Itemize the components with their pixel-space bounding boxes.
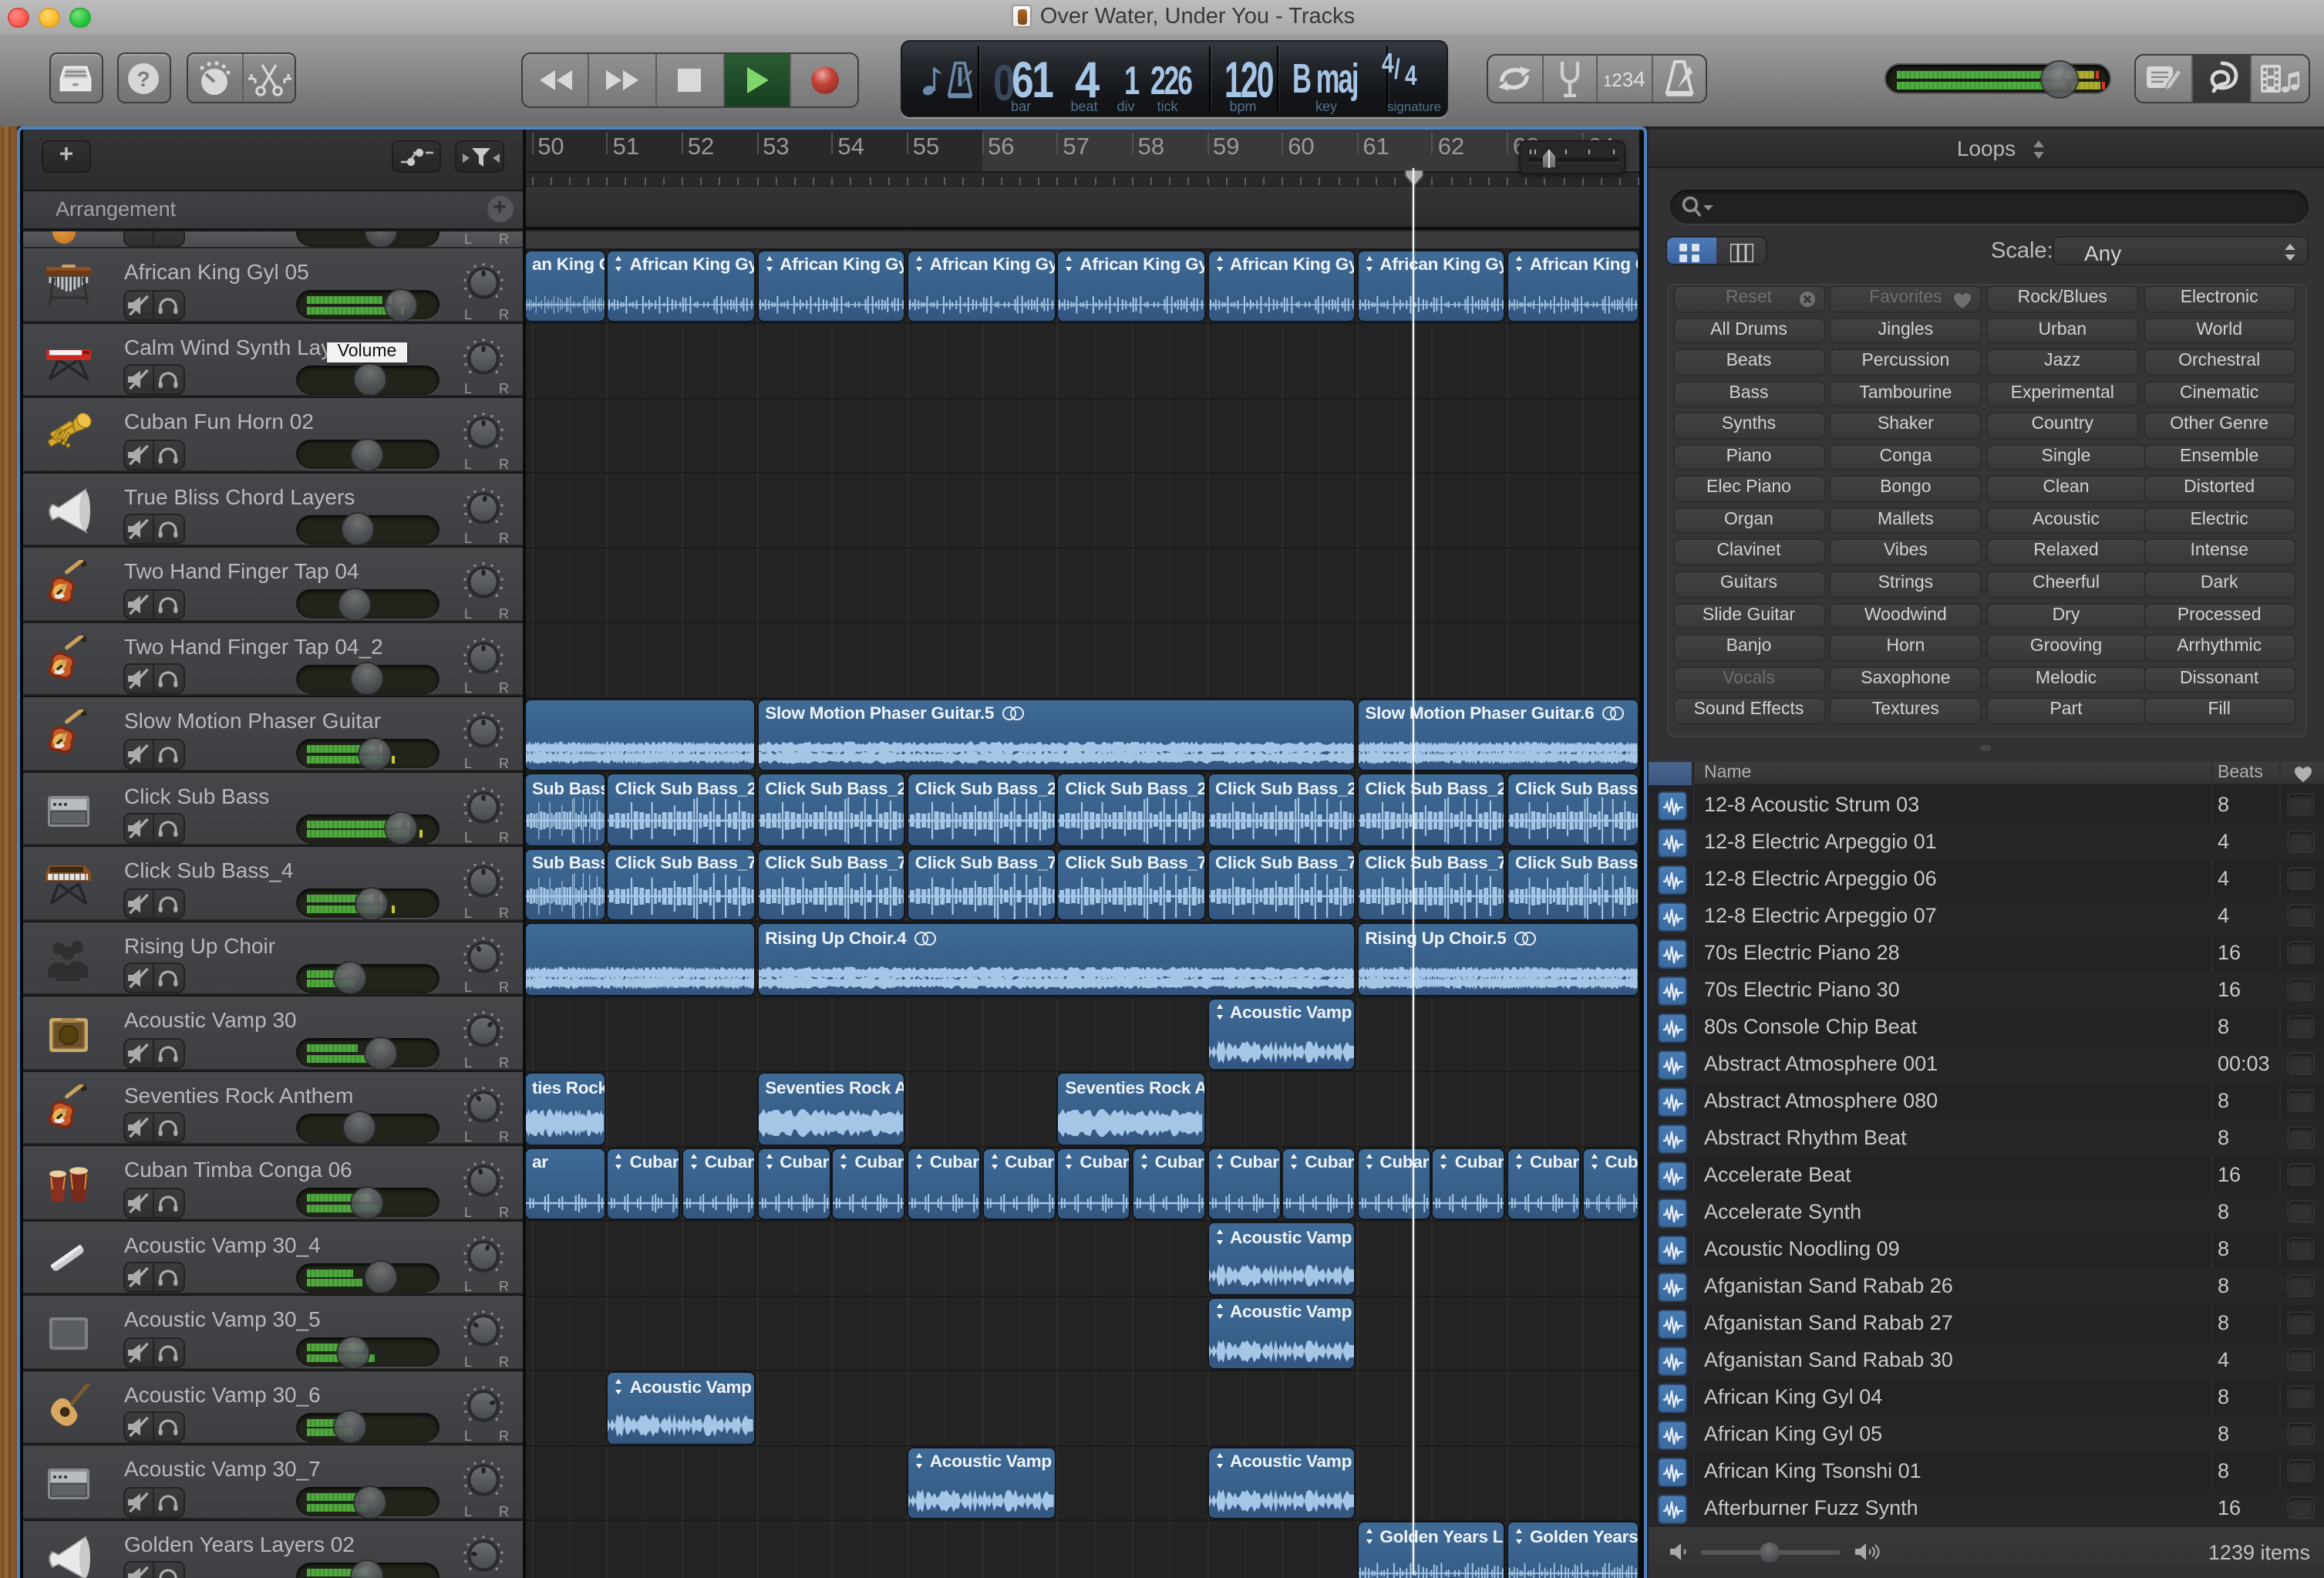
svg-text:?: ? xyxy=(137,66,150,90)
